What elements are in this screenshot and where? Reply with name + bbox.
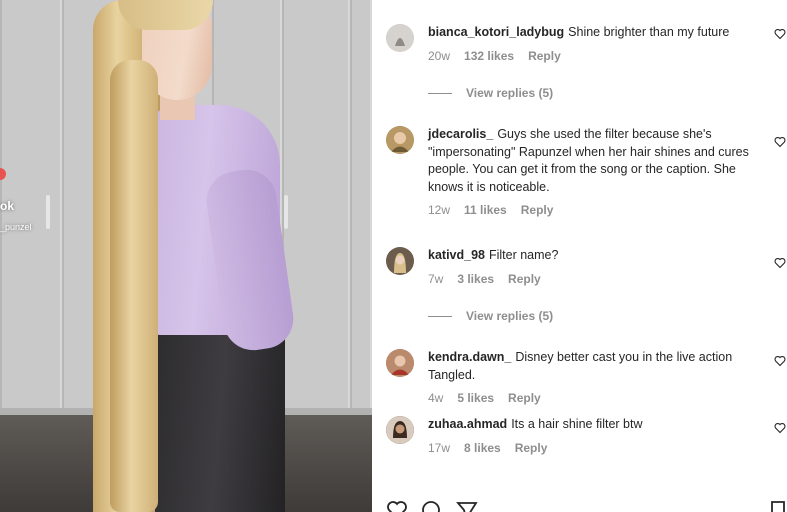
- comment-meta: 4w 5 likes Reply: [428, 390, 768, 408]
- comment-username[interactable]: bianca_kotori_ladybug: [428, 25, 564, 39]
- reply-button[interactable]: Reply: [515, 441, 548, 455]
- view-replies-button[interactable]: View replies (5): [428, 309, 553, 323]
- heart-icon[interactable]: [774, 355, 786, 367]
- comment-body: kendra.dawn_ Disney better cast you in th…: [428, 349, 768, 408]
- avatar[interactable]: [386, 24, 414, 52]
- comment-likes[interactable]: 5 likes: [457, 391, 494, 405]
- comment-likes[interactable]: 132 likes: [464, 49, 514, 63]
- heart-icon[interactable]: [774, 28, 786, 40]
- wardrobe-panel: [282, 0, 350, 415]
- overlay-title: ok: [0, 199, 15, 213]
- wardrobe-handle: [284, 195, 288, 229]
- heart-icon[interactable]: [774, 257, 786, 269]
- comment-likes[interactable]: 3 likes: [457, 272, 494, 286]
- comment-username[interactable]: kendra.dawn_: [428, 350, 511, 364]
- person-hair-front: [110, 60, 158, 512]
- paper-plane-icon[interactable]: [456, 500, 478, 512]
- comment-icon[interactable]: [420, 500, 442, 512]
- reply-button[interactable]: Reply: [521, 203, 554, 217]
- comment-age: 20w: [428, 48, 451, 63]
- comment-age: 4w: [428, 391, 444, 405]
- avatar[interactable]: [386, 126, 414, 154]
- heart-icon[interactable]: [774, 136, 786, 148]
- avatar[interactable]: [386, 349, 414, 377]
- comment-body: bianca_kotori_ladybug Shine brighter than…: [428, 24, 768, 65]
- post-media[interactable]: ok _punzel: [0, 0, 372, 512]
- view-replies-label: View replies (5): [466, 86, 554, 100]
- person-hair-top: [118, 0, 213, 30]
- view-replies-button[interactable]: View replies (5): [428, 86, 553, 100]
- comment-text: Filter name?: [488, 248, 559, 262]
- divider: [428, 93, 452, 95]
- avatar[interactable]: [386, 247, 414, 275]
- comment-body: zuhaa.ahmad Its a hair shine filter btw 1…: [428, 416, 768, 457]
- comment-username[interactable]: zuhaa.ahmad: [428, 417, 507, 431]
- comment-username[interactable]: jdecarolis_: [428, 127, 493, 141]
- view-replies-label: View replies (5): [466, 309, 554, 323]
- comment-meta: 20w 132 likes Reply: [428, 48, 768, 66]
- comment-text: Shine brighter than my future: [568, 25, 730, 39]
- comment-likes[interactable]: 8 likes: [464, 441, 501, 455]
- comment-body: jdecarolis_ Guys she used the filter beca…: [428, 126, 768, 220]
- reply-button[interactable]: Reply: [508, 272, 541, 286]
- overlay-caption: _punzel: [0, 222, 32, 232]
- action-bar: [386, 496, 786, 512]
- comment-meta: 12w 11 likes Reply: [428, 202, 768, 220]
- wardrobe-handle: [46, 195, 50, 229]
- heart-icon[interactable]: [386, 500, 408, 512]
- comment-text: Its a hair shine filter btw: [511, 417, 643, 431]
- reply-button[interactable]: Reply: [528, 49, 561, 63]
- comment-meta: 17w 8 likes Reply: [428, 440, 768, 458]
- comment-meta: 7w 3 likes Reply: [428, 271, 768, 289]
- comment-likes[interactable]: 11 likes: [464, 203, 507, 217]
- comment-body: kativd_98 Filter name? 7w 3 likes Reply: [428, 247, 768, 288]
- reply-button[interactable]: Reply: [508, 391, 541, 405]
- heart-icon[interactable]: [774, 422, 786, 434]
- bookmark-icon[interactable]: [770, 500, 786, 512]
- wardrobe-panel: [350, 0, 372, 415]
- divider: [428, 316, 452, 318]
- comment-username[interactable]: kativd_98: [428, 248, 485, 262]
- comment-age: 7w: [428, 271, 444, 286]
- avatar[interactable]: [386, 416, 414, 444]
- comment-age: 12w: [428, 203, 451, 217]
- comment-age: 17w: [428, 440, 451, 455]
- comments-panel: bianca_kotori_ladybug Shine brighter than…: [372, 0, 787, 512]
